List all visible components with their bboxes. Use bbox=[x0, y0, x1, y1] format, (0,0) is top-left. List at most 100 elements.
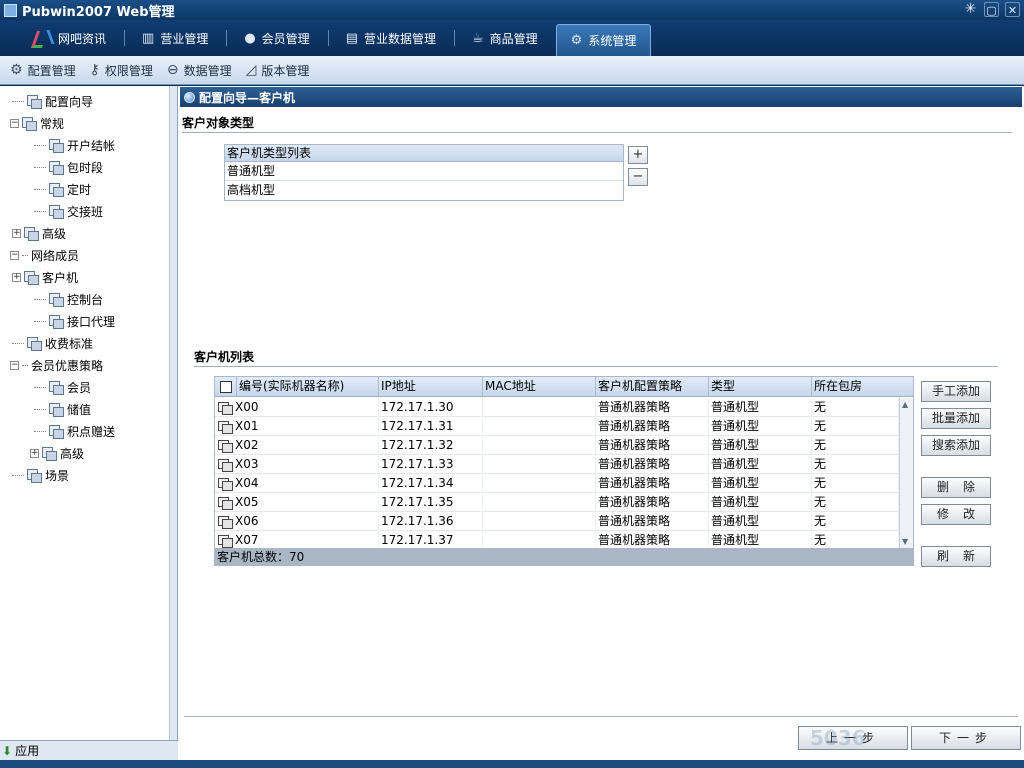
node-icon bbox=[22, 116, 37, 131]
table-cell: 172.17.1.35 bbox=[379, 493, 483, 512]
sidebar-footer[interactable]: ⬇ 应用 bbox=[0, 740, 178, 760]
close-icon[interactable]: ✕ bbox=[1005, 2, 1020, 17]
table-row[interactable]: X04 172.17.1.34 普通机器策略 普通机型无 bbox=[215, 474, 899, 493]
nav-item-members[interactable]: ● 会员管理 bbox=[226, 24, 327, 52]
tree-item[interactable]: − 网络成员 bbox=[0, 244, 170, 266]
sub-nav: ⚙ 配置管理 ⚷ 权限管理 ⊖ 数据管理 ◿ 版本管理 bbox=[0, 56, 1024, 85]
logo-icon bbox=[32, 30, 52, 46]
manual-add-button[interactable]: 手工添加 bbox=[921, 381, 991, 402]
key-icon: ⚷ bbox=[89, 62, 100, 78]
tree-item[interactable]: − 会员优惠策略 bbox=[0, 354, 170, 376]
batch-add-button[interactable]: 批量添加 bbox=[921, 408, 991, 429]
tree-item[interactable]: 收费标准 bbox=[0, 332, 170, 354]
column-header[interactable]: 客户机配置策略 bbox=[596, 377, 709, 397]
expand-icon[interactable]: + bbox=[12, 228, 21, 238]
tree-item-label: 积点赠送 bbox=[67, 424, 116, 439]
table-cell: 普通机器策略 bbox=[596, 512, 709, 531]
table-row[interactable]: X05 172.17.1.35 普通机器策略 普通机型无 bbox=[215, 493, 899, 512]
subnav-data[interactable]: ⊖ 数据管理 bbox=[167, 62, 232, 79]
computer-icon bbox=[218, 458, 233, 472]
table-row[interactable]: X03 172.17.1.33 普通机器策略 普通机型无 bbox=[215, 455, 899, 474]
tree-item[interactable]: 交接班 bbox=[0, 200, 170, 222]
tree-item[interactable]: − 常规 bbox=[0, 112, 170, 134]
tree-item[interactable]: 接口代理 bbox=[0, 310, 170, 332]
subnav-permission[interactable]: ⚷ 权限管理 bbox=[90, 62, 153, 79]
tree-item[interactable]: 会员 bbox=[0, 376, 170, 398]
node-icon bbox=[49, 424, 64, 439]
table-row[interactable]: X06 172.17.1.36 普通机器策略 普通机型无 bbox=[215, 512, 899, 531]
type-list-item[interactable]: 高档机型 bbox=[225, 181, 623, 200]
table-cell: 无 bbox=[812, 493, 899, 512]
scroll-up-icon[interactable]: ▲ bbox=[902, 400, 908, 409]
document-icon: ▤ bbox=[345, 30, 358, 46]
column-header[interactable]: IP地址 bbox=[379, 377, 483, 397]
column-header[interactable]: 编号(实际机器名称) bbox=[237, 377, 379, 397]
expand-icon[interactable]: + bbox=[30, 448, 39, 458]
table-cell bbox=[483, 493, 596, 512]
modify-button[interactable]: 修改 bbox=[921, 504, 991, 525]
table-cell: 普通机型 bbox=[709, 417, 812, 436]
tree-item[interactable]: + 高级 bbox=[0, 222, 170, 244]
column-header[interactable]: 所在包房 bbox=[812, 377, 913, 397]
table-cell bbox=[483, 417, 596, 436]
table-row[interactable]: X02 172.17.1.32 普通机器策略 普通机型无 bbox=[215, 436, 899, 455]
collapse-icon[interactable]: − bbox=[10, 118, 19, 128]
table-row[interactable]: X07 172.17.1.37 普通机器策略 普通机型无 bbox=[215, 531, 899, 548]
snowflake-icon[interactable]: ✳ bbox=[963, 2, 978, 17]
search-add-button[interactable]: 搜索添加 bbox=[921, 435, 991, 456]
window-title: Pubwin2007 Web管理 bbox=[22, 4, 175, 20]
tree-item[interactable]: 积点赠送 bbox=[0, 420, 170, 442]
nav-item-products[interactable]: ☕ 商品管理 bbox=[454, 24, 556, 52]
tree-item[interactable]: 定时 bbox=[0, 178, 170, 200]
scroll-down-icon[interactable]: ▼ bbox=[902, 537, 908, 546]
tree-connector bbox=[34, 408, 46, 410]
refresh-button[interactable]: 刷新 bbox=[921, 546, 991, 567]
column-header[interactable]: MAC地址 bbox=[483, 377, 596, 397]
add-type-button[interactable]: + bbox=[628, 146, 648, 164]
tree-connector bbox=[34, 386, 46, 388]
panel-title: 配置向导—客户机 bbox=[199, 90, 296, 105]
select-all-checkbox[interactable] bbox=[220, 381, 232, 393]
window-controls: ✳ ▢ ✕ bbox=[963, 2, 1020, 17]
tree-item[interactable]: 包时段 bbox=[0, 156, 170, 178]
gear-icon: ⚙ bbox=[570, 33, 583, 48]
table-cell: 普通机器策略 bbox=[596, 531, 709, 548]
nav-item-news[interactable]: 网吧资讯 bbox=[14, 24, 124, 52]
content-panel: 配置向导—客户机 客户对象类型 客户机类型列表 普通机型 高档机型 + − 客户… bbox=[178, 86, 1024, 760]
subnav-version[interactable]: ◿ 版本管理 bbox=[246, 62, 310, 79]
collapse-icon[interactable]: − bbox=[10, 250, 19, 260]
tree-connector bbox=[34, 298, 46, 300]
sidebar-scrollbar[interactable] bbox=[169, 86, 177, 740]
table-row[interactable]: X01 172.17.1.31 普通机器策略 普通机型无 bbox=[215, 417, 899, 436]
node-icon bbox=[24, 270, 39, 285]
delete-button[interactable]: 删除 bbox=[921, 477, 991, 498]
nav-item-business[interactable]: ▥ 营业管理 bbox=[124, 24, 226, 52]
nav-item-business-data[interactable]: ▤ 营业数据管理 bbox=[327, 24, 454, 52]
client-section-title: 客户机列表 bbox=[194, 350, 255, 364]
subnav-config[interactable]: ⚙ 配置管理 bbox=[10, 62, 76, 79]
table-row[interactable]: X00 172.17.1.30 普通机器策略 普通机型无 bbox=[215, 398, 899, 417]
type-list-item[interactable]: 普通机型 bbox=[225, 162, 623, 181]
table-scrollbar[interactable]: ▲ ▼ bbox=[899, 398, 913, 548]
restore-icon[interactable]: ▢ bbox=[984, 2, 999, 17]
tree-item-label: 高级 bbox=[60, 446, 85, 461]
column-header[interactable]: 类型 bbox=[709, 377, 812, 397]
tree-item[interactable]: + 高级 bbox=[0, 442, 170, 464]
tree-item[interactable]: + 客户机 bbox=[0, 266, 170, 288]
table-cell bbox=[483, 455, 596, 474]
expand-icon[interactable]: + bbox=[12, 272, 21, 282]
tree-item[interactable]: 开户结帐 bbox=[0, 134, 170, 156]
tree-item[interactable]: 配置向导 bbox=[0, 90, 170, 112]
tree-item-label: 客户机 bbox=[42, 270, 79, 285]
table-cell: X01 bbox=[233, 417, 379, 436]
nav-item-label: 系统管理 bbox=[588, 34, 637, 48]
remove-type-button[interactable]: − bbox=[628, 168, 648, 186]
table-cell: 普通机器策略 bbox=[596, 493, 709, 512]
tree-item[interactable]: 储值 bbox=[0, 398, 170, 420]
nav-item-system[interactable]: ⚙ 系统管理 bbox=[555, 24, 652, 56]
collapse-icon[interactable]: − bbox=[10, 360, 19, 370]
next-step-button[interactable]: 下一步 bbox=[911, 726, 1021, 750]
tree-item[interactable]: 场景 bbox=[0, 464, 170, 486]
sidebar-footer-label: 应用 bbox=[15, 744, 40, 758]
tree-item[interactable]: 控制台 bbox=[0, 288, 170, 310]
